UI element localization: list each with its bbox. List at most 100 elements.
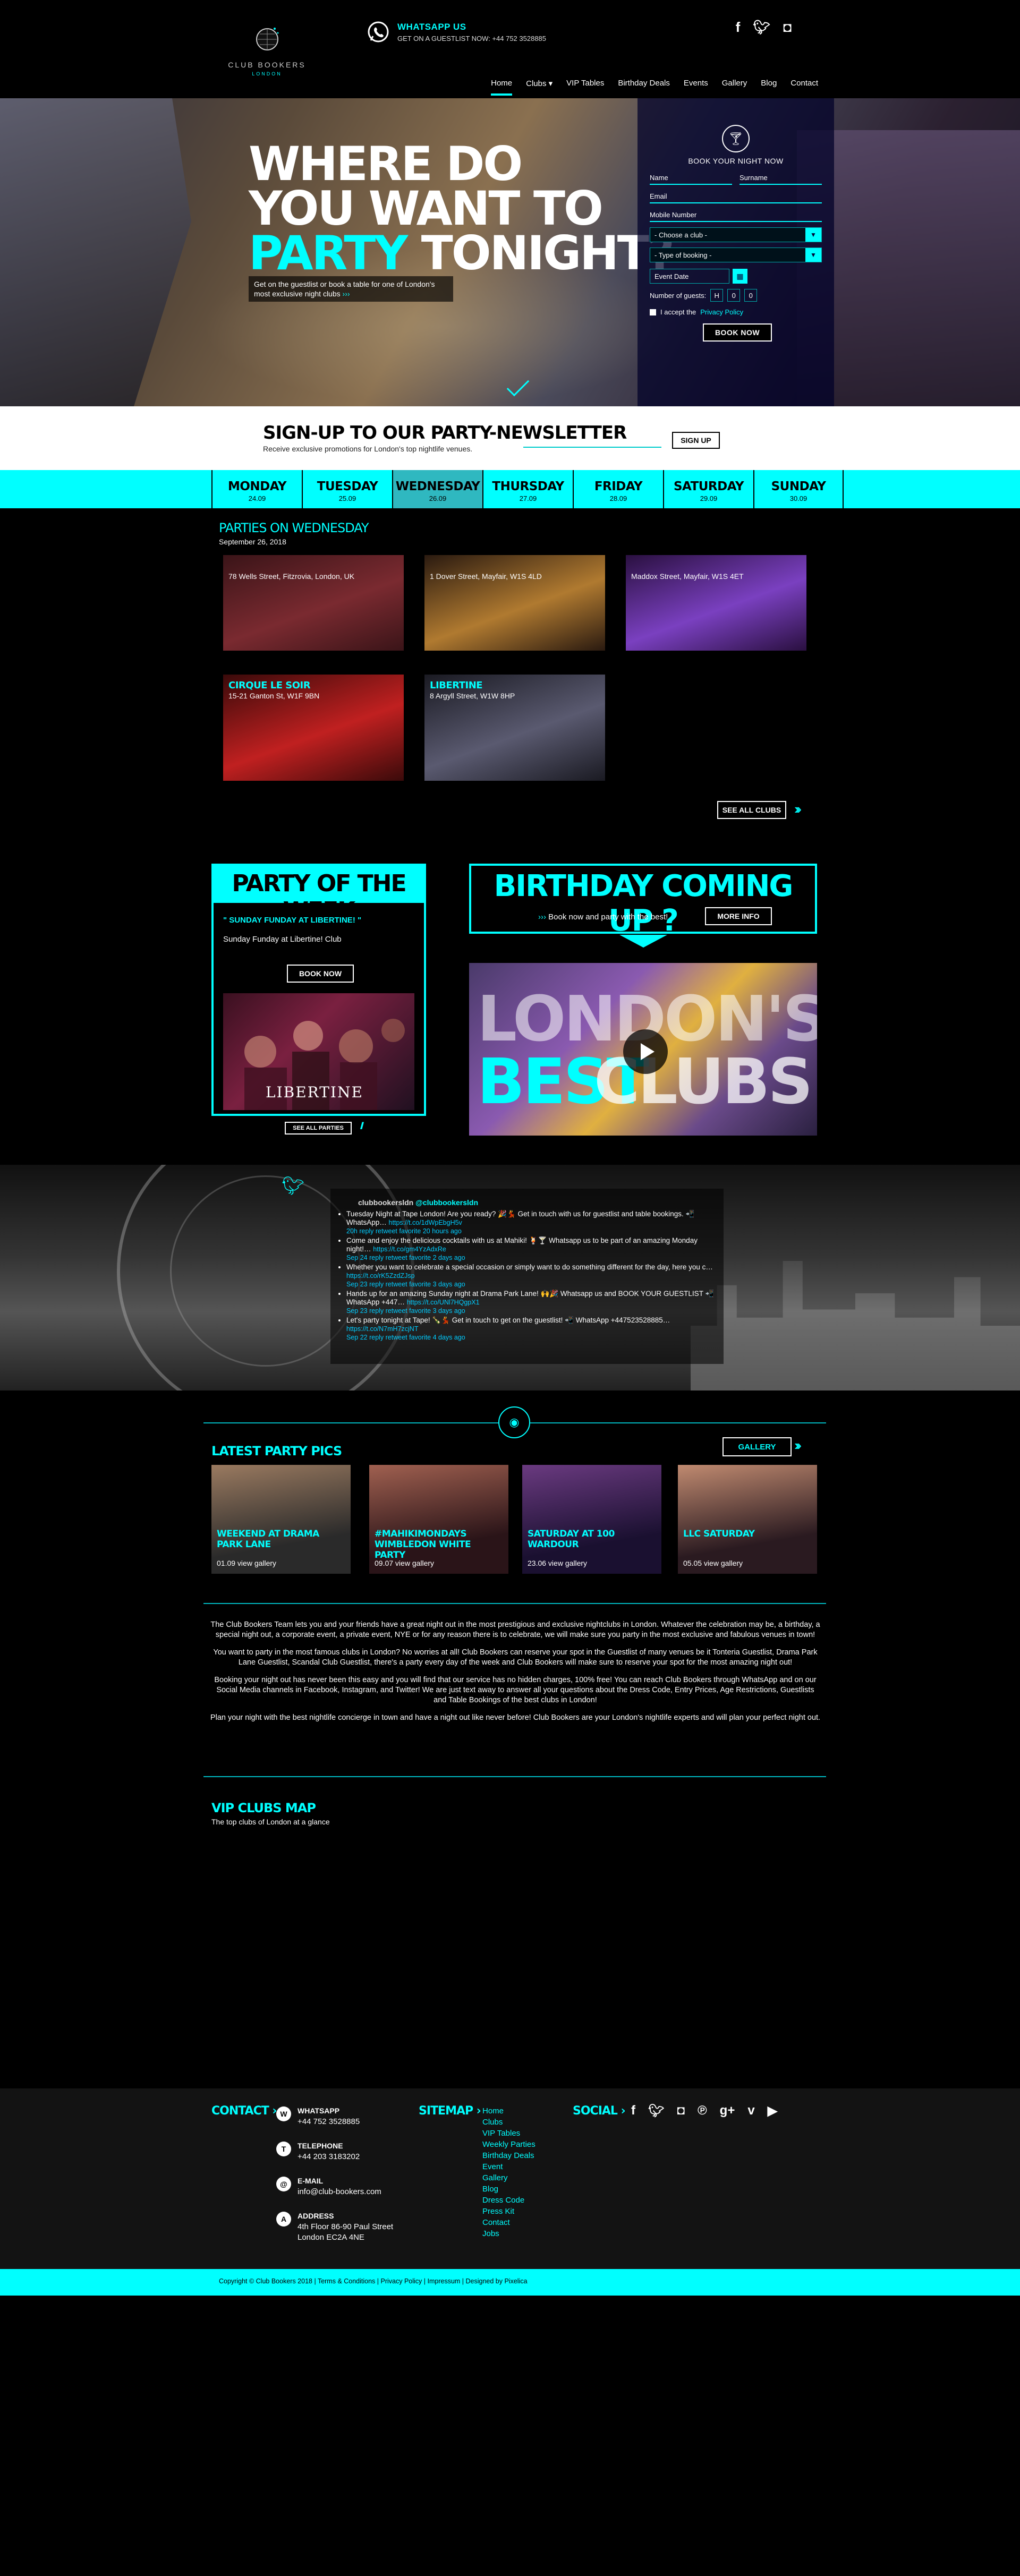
contact-telephone[interactable]: T TELEPHONE +44 203 3183202 <box>276 2142 360 2162</box>
gallery-card[interactable]: SATURDAY AT 100 WARDOUR 23.06 view galle… <box>522 1465 661 1574</box>
sign-up-button[interactable]: SIGN UP <box>672 432 720 449</box>
hero-tagline: Get on the guestlist or book a table for… <box>249 276 453 302</box>
sitemap-link-press-kit[interactable]: Press Kit <box>482 2206 536 2217</box>
play-icon[interactable] <box>623 1029 668 1074</box>
tab-thursday[interactable]: THURSDAY 27.09 <box>482 470 573 508</box>
guest-stepper-plus[interactable]: 0 <box>744 289 758 302</box>
facebook-icon[interactable]: f <box>631 2103 635 2119</box>
nav-item-vip-tables[interactable]: VIP Tables <box>566 79 604 96</box>
booking-type-select[interactable]: - Type of booking - ▼ <box>650 248 822 262</box>
potw-book-now-button[interactable]: BOOK NOW <box>287 965 354 983</box>
guest-count-value[interactable]: 0 <box>727 289 741 302</box>
tweet-link[interactable]: https://t.co/N7mH7zcjNT <box>346 1325 418 1333</box>
sitemap-link-clubs[interactable]: Clubs <box>482 2117 536 2128</box>
potw-image[interactable]: LIBERTINE <box>223 993 414 1110</box>
tab-friday[interactable]: FRIDAY 28.09 <box>573 470 663 508</box>
whatsapp-number: GET ON A GUESTLIST NOW: +44 752 3528885 <box>397 34 547 42</box>
youtube-icon[interactable]: ▶ <box>768 2103 777 2119</box>
gallery-button[interactable]: GALLERY <box>722 1437 792 1456</box>
tweet: Come and enjoy the delicious cocktails w… <box>346 1236 717 1262</box>
logo-subtitle: LONDON <box>252 71 282 76</box>
twitter-handle[interactable]: clubbookersldn @clubbookersldn <box>358 1198 717 1207</box>
nav-item-contact[interactable]: Contact <box>790 79 818 96</box>
nav-item-blog[interactable]: Blog <box>761 79 777 96</box>
google-plus-icon[interactable]: g+ <box>720 2103 735 2119</box>
tab-wednesday[interactable]: WEDNESDAY 26.09 <box>392 470 482 508</box>
tweet-meta[interactable]: 20h reply retweet favorite 20 hours ago <box>346 1227 462 1235</box>
instagram-icon[interactable]: ◘ <box>677 2103 685 2119</box>
tweet-link[interactable]: https://t.co/UNl7HQgpX1 <box>407 1299 480 1306</box>
club-select[interactable]: - Choose a club - ▼ <box>650 227 822 242</box>
tweet-meta[interactable]: Sep 22 reply retweet favorite 4 days ago <box>346 1334 465 1341</box>
surname-field[interactable]: Surname <box>740 174 822 185</box>
email-field[interactable]: Email <box>650 192 822 203</box>
calendar-icon[interactable]: ▦ <box>733 269 747 284</box>
site-logo[interactable]: CLUB BOOKERS LONDON <box>223 21 311 76</box>
tweet-meta[interactable]: Sep 23 reply retweet favorite 3 days ago <box>346 1281 465 1288</box>
twitter-icon[interactable]: 🐦︎ <box>753 19 770 36</box>
pinterest-icon[interactable]: ℗ <box>698 2103 707 2119</box>
birthday-title: BIRTHDAY COMING UP ? <box>494 869 794 938</box>
sitemap-link-vip-tables[interactable]: VIP Tables <box>482 2128 536 2139</box>
whatsapp-icon <box>368 21 389 42</box>
whatsapp-contact[interactable]: WHATSAPP US GET ON A GUESTLIST NOW: +44 … <box>367 20 546 44</box>
nav-item-birthday-deals[interactable]: Birthday Deals <box>618 79 670 96</box>
sitemap-link-dress-code[interactable]: Dress Code <box>482 2195 536 2206</box>
privacy-consent: I accept the Privacy Policy <box>650 308 822 316</box>
facebook-icon[interactable]: f <box>736 19 741 36</box>
whatsapp-title: WHATSAPP US <box>397 21 466 32</box>
video-player[interactable]: LONDON'S BEST CLUBS <box>469 963 817 1136</box>
see-all-parties-button[interactable]: SEE ALL PARTIES <box>285 1122 352 1135</box>
privacy-checkbox[interactable] <box>650 309 656 315</box>
club-card[interactable]: Maddox Street, Mayfair, W1S 4ET <box>626 555 806 651</box>
club-card[interactable]: LIBERTINE 8 Argyll Street, W1W 8HP <box>424 675 605 781</box>
contact-whatsapp[interactable]: W WHATSAPP +44 752 3528885 <box>276 2106 360 2127</box>
tab-tuesday[interactable]: TUESDAY 25.09 <box>302 470 392 508</box>
name-field[interactable]: Name <box>650 174 732 185</box>
tab-saturday[interactable]: SATURDAY 29.09 <box>663 470 753 508</box>
tweet-link[interactable]: https://t.co/1dWpEbgH5v <box>389 1219 462 1226</box>
sitemap-link-contact[interactable]: Contact <box>482 2217 536 2228</box>
sitemap-link-birthday-deals[interactable]: Birthday Deals <box>482 2150 536 2161</box>
club-card[interactable]: 78 Wells Street, Fitzrovia, London, UK <box>223 555 404 651</box>
tweet-meta[interactable]: Sep 23 reply retweet favorite 3 days ago <box>346 1307 465 1315</box>
nav-item-events[interactable]: Events <box>684 79 708 96</box>
see-all-clubs-button[interactable]: SEE ALL CLUBS <box>717 801 786 819</box>
newsletter-email-input[interactable] <box>523 447 661 448</box>
sitemap-link-gallery[interactable]: Gallery <box>482 2172 536 2183</box>
tweet-link[interactable]: https://t.co/gm4YzAdxRe <box>373 1246 446 1253</box>
chevron-down-icon: ▼ <box>805 248 821 262</box>
tweet-link[interactable]: https://t.co/rK5ZzdZJsp <box>346 1272 415 1280</box>
tab-sunday[interactable]: SUNDAY 30.09 <box>753 470 844 508</box>
privacy-label: I accept the <box>660 308 696 316</box>
gallery-card[interactable]: #MAHIKIMONDAYS WIMBLEDON WHITE PARTY 09.… <box>369 1465 508 1574</box>
event-date-field[interactable]: Event Date <box>650 269 729 284</box>
parties-date: September 26, 2018 <box>219 538 286 546</box>
twitter-icon: 🐦︎ <box>282 1176 305 1196</box>
sitemap-link-event[interactable]: Event <box>482 2161 536 2172</box>
contact-email[interactable]: @ E-MAIL info@club-bookers.com <box>276 2177 381 2197</box>
instagram-icon[interactable]: ◘ <box>783 19 792 36</box>
tweet-meta[interactable]: Sep 24 reply retweet favorite 2 days ago <box>346 1254 465 1261</box>
sitemap-link-weekly-parties[interactable]: Weekly Parties <box>482 2139 536 2150</box>
club-card[interactable]: 1 Dover Street, Mayfair, W1S 4LD <box>424 555 605 651</box>
guest-stepper-minus[interactable]: H <box>710 289 724 302</box>
mobile-field[interactable]: Mobile Number <box>650 211 822 222</box>
sitemap-link-blog[interactable]: Blog <box>482 2183 536 2195</box>
mail-icon: @ <box>276 2177 291 2191</box>
more-info-button[interactable]: MORE INFO <box>705 907 772 925</box>
booking-form: 🍸︎ BOOK YOUR NIGHT NOW Name Surname Emai… <box>638 98 834 406</box>
sitemap-link-home[interactable]: Home <box>482 2105 536 2117</box>
gallery-card[interactable]: WEEKEND AT DRAMA PARK LANE 01.09 view ga… <box>211 1465 351 1574</box>
twitter-icon[interactable]: 🐦︎ <box>648 2103 664 2119</box>
sitemap-link-jobs[interactable]: Jobs <box>482 2228 536 2239</box>
privacy-policy-link[interactable]: Privacy Policy <box>700 308 743 316</box>
vimeo-icon[interactable]: v <box>747 2103 754 2119</box>
nav-item-home[interactable]: Home <box>491 79 513 96</box>
nav-item-clubs[interactable]: Clubs ▾ <box>526 79 552 96</box>
club-card[interactable]: CIRQUE LE SOIR 15-21 Ganton St, W1F 9BN <box>223 675 404 781</box>
book-now-button[interactable]: BOOK NOW <box>703 323 772 342</box>
gallery-card[interactable]: LLC SATURDAY 05.05 view gallery <box>678 1465 817 1574</box>
nav-item-gallery[interactable]: Gallery <box>722 79 747 96</box>
tab-monday[interactable]: MONDAY 24.09 <box>211 470 302 508</box>
